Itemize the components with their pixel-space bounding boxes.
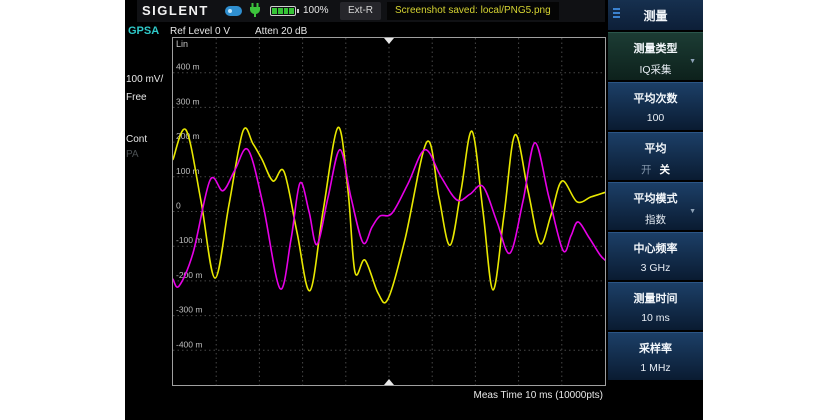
scale-label: 100 mV/ (126, 74, 163, 85)
y-tick-label: -300 m (176, 305, 202, 315)
screenshot-saved-message: Screenshot saved: local/PNG5.png (387, 2, 559, 20)
mode-label: GPSA (128, 25, 159, 37)
top-marker-icon (384, 38, 394, 44)
y-tick-label: 0 (176, 201, 181, 211)
softkey-sample-rate[interactable]: 采样率 1 MHz (608, 332, 703, 380)
softkey-value: 3 GHz (608, 262, 703, 274)
battery-percent: 100% (303, 5, 329, 16)
toggle-off-label[interactable]: 关 (660, 164, 671, 176)
ext-ref-badge: Ext-R (340, 2, 381, 20)
softkey-label: 测量时间 (608, 283, 703, 306)
softkey-center-freq[interactable]: 中心频率 3 GHz (608, 232, 703, 280)
softkey-label: 平均次数 (608, 83, 703, 106)
menu-header[interactable]: 测量 (608, 0, 703, 30)
softkey-meas-type[interactable]: 测量类型 IQ采集 ▼ (608, 32, 703, 80)
siglent-logo: SIGLENT (142, 3, 209, 18)
preamp-label: PA (126, 149, 139, 160)
battery-nub (297, 9, 299, 13)
y-tick-label: 400 m (176, 62, 200, 72)
softkey-label: 采样率 (608, 333, 703, 356)
menu-title: 测量 (643, 7, 667, 24)
atten-label[interactable]: Atten 20 dB (255, 26, 307, 37)
softkey-label: 平均 (608, 133, 703, 156)
softkey-value: 10 ms (608, 312, 703, 324)
trigger-label: Free (126, 92, 147, 103)
sweep-label: Cont (126, 134, 147, 145)
softkey-label: 中心频率 (608, 233, 703, 256)
usb-icon (225, 6, 242, 16)
battery-icon (270, 6, 296, 16)
y-tick-label: -200 m (176, 270, 202, 280)
softkey-label: 平均模式 (608, 183, 703, 206)
y-tick-label: -100 m (176, 235, 202, 245)
menu-grip-icon (613, 8, 621, 22)
page: SIGLENT 100% Ext-R Screenshot saved: loc… (0, 0, 840, 420)
softkey-avg-count[interactable]: 平均次数 100 (608, 82, 703, 130)
scale-mode-label: Lin (176, 39, 188, 49)
softkey-value: 100 (608, 112, 703, 124)
instrument-screen: SIGLENT 100% Ext-R Screenshot saved: loc… (125, 0, 703, 420)
toggle-on-label[interactable]: 开 (641, 164, 652, 176)
y-tick-label: -400 m (176, 339, 202, 349)
meas-time-readout: Meas Time 10 ms (10000pts) (173, 390, 603, 401)
softkey-avg-mode[interactable]: 平均模式 指数 ▼ (608, 182, 703, 230)
softkey-label: 测量类型 (608, 33, 703, 56)
chevron-down-icon: ▼ (689, 208, 696, 215)
power-plug-icon (249, 3, 261, 23)
y-tick-label: 300 m (176, 96, 200, 106)
softkey-average-toggle[interactable]: 平均 开关 (608, 132, 703, 180)
ref-level-label[interactable]: Ref Level 0 V (170, 26, 230, 37)
softkey-meas-time[interactable]: 测量时间 10 ms (608, 282, 703, 330)
chevron-down-icon: ▼ (689, 58, 696, 65)
chart-area: 400 m300 m200 m100 m0-100 m-200 m-300 m-… (172, 37, 606, 386)
toolbar: SIGLENT 100% Ext-R Screenshot saved: loc… (137, 0, 605, 22)
softkey-value: 1 MHz (608, 362, 703, 374)
chart-svg: 400 m300 m200 m100 m0-100 m-200 m-300 m-… (173, 38, 605, 385)
softkey-menu: 测量 测量类型 IQ采集 ▼ 平均次数 100 平均 开关 平均模式 指数 ▼ (608, 0, 703, 420)
bottom-marker-icon (384, 379, 394, 385)
